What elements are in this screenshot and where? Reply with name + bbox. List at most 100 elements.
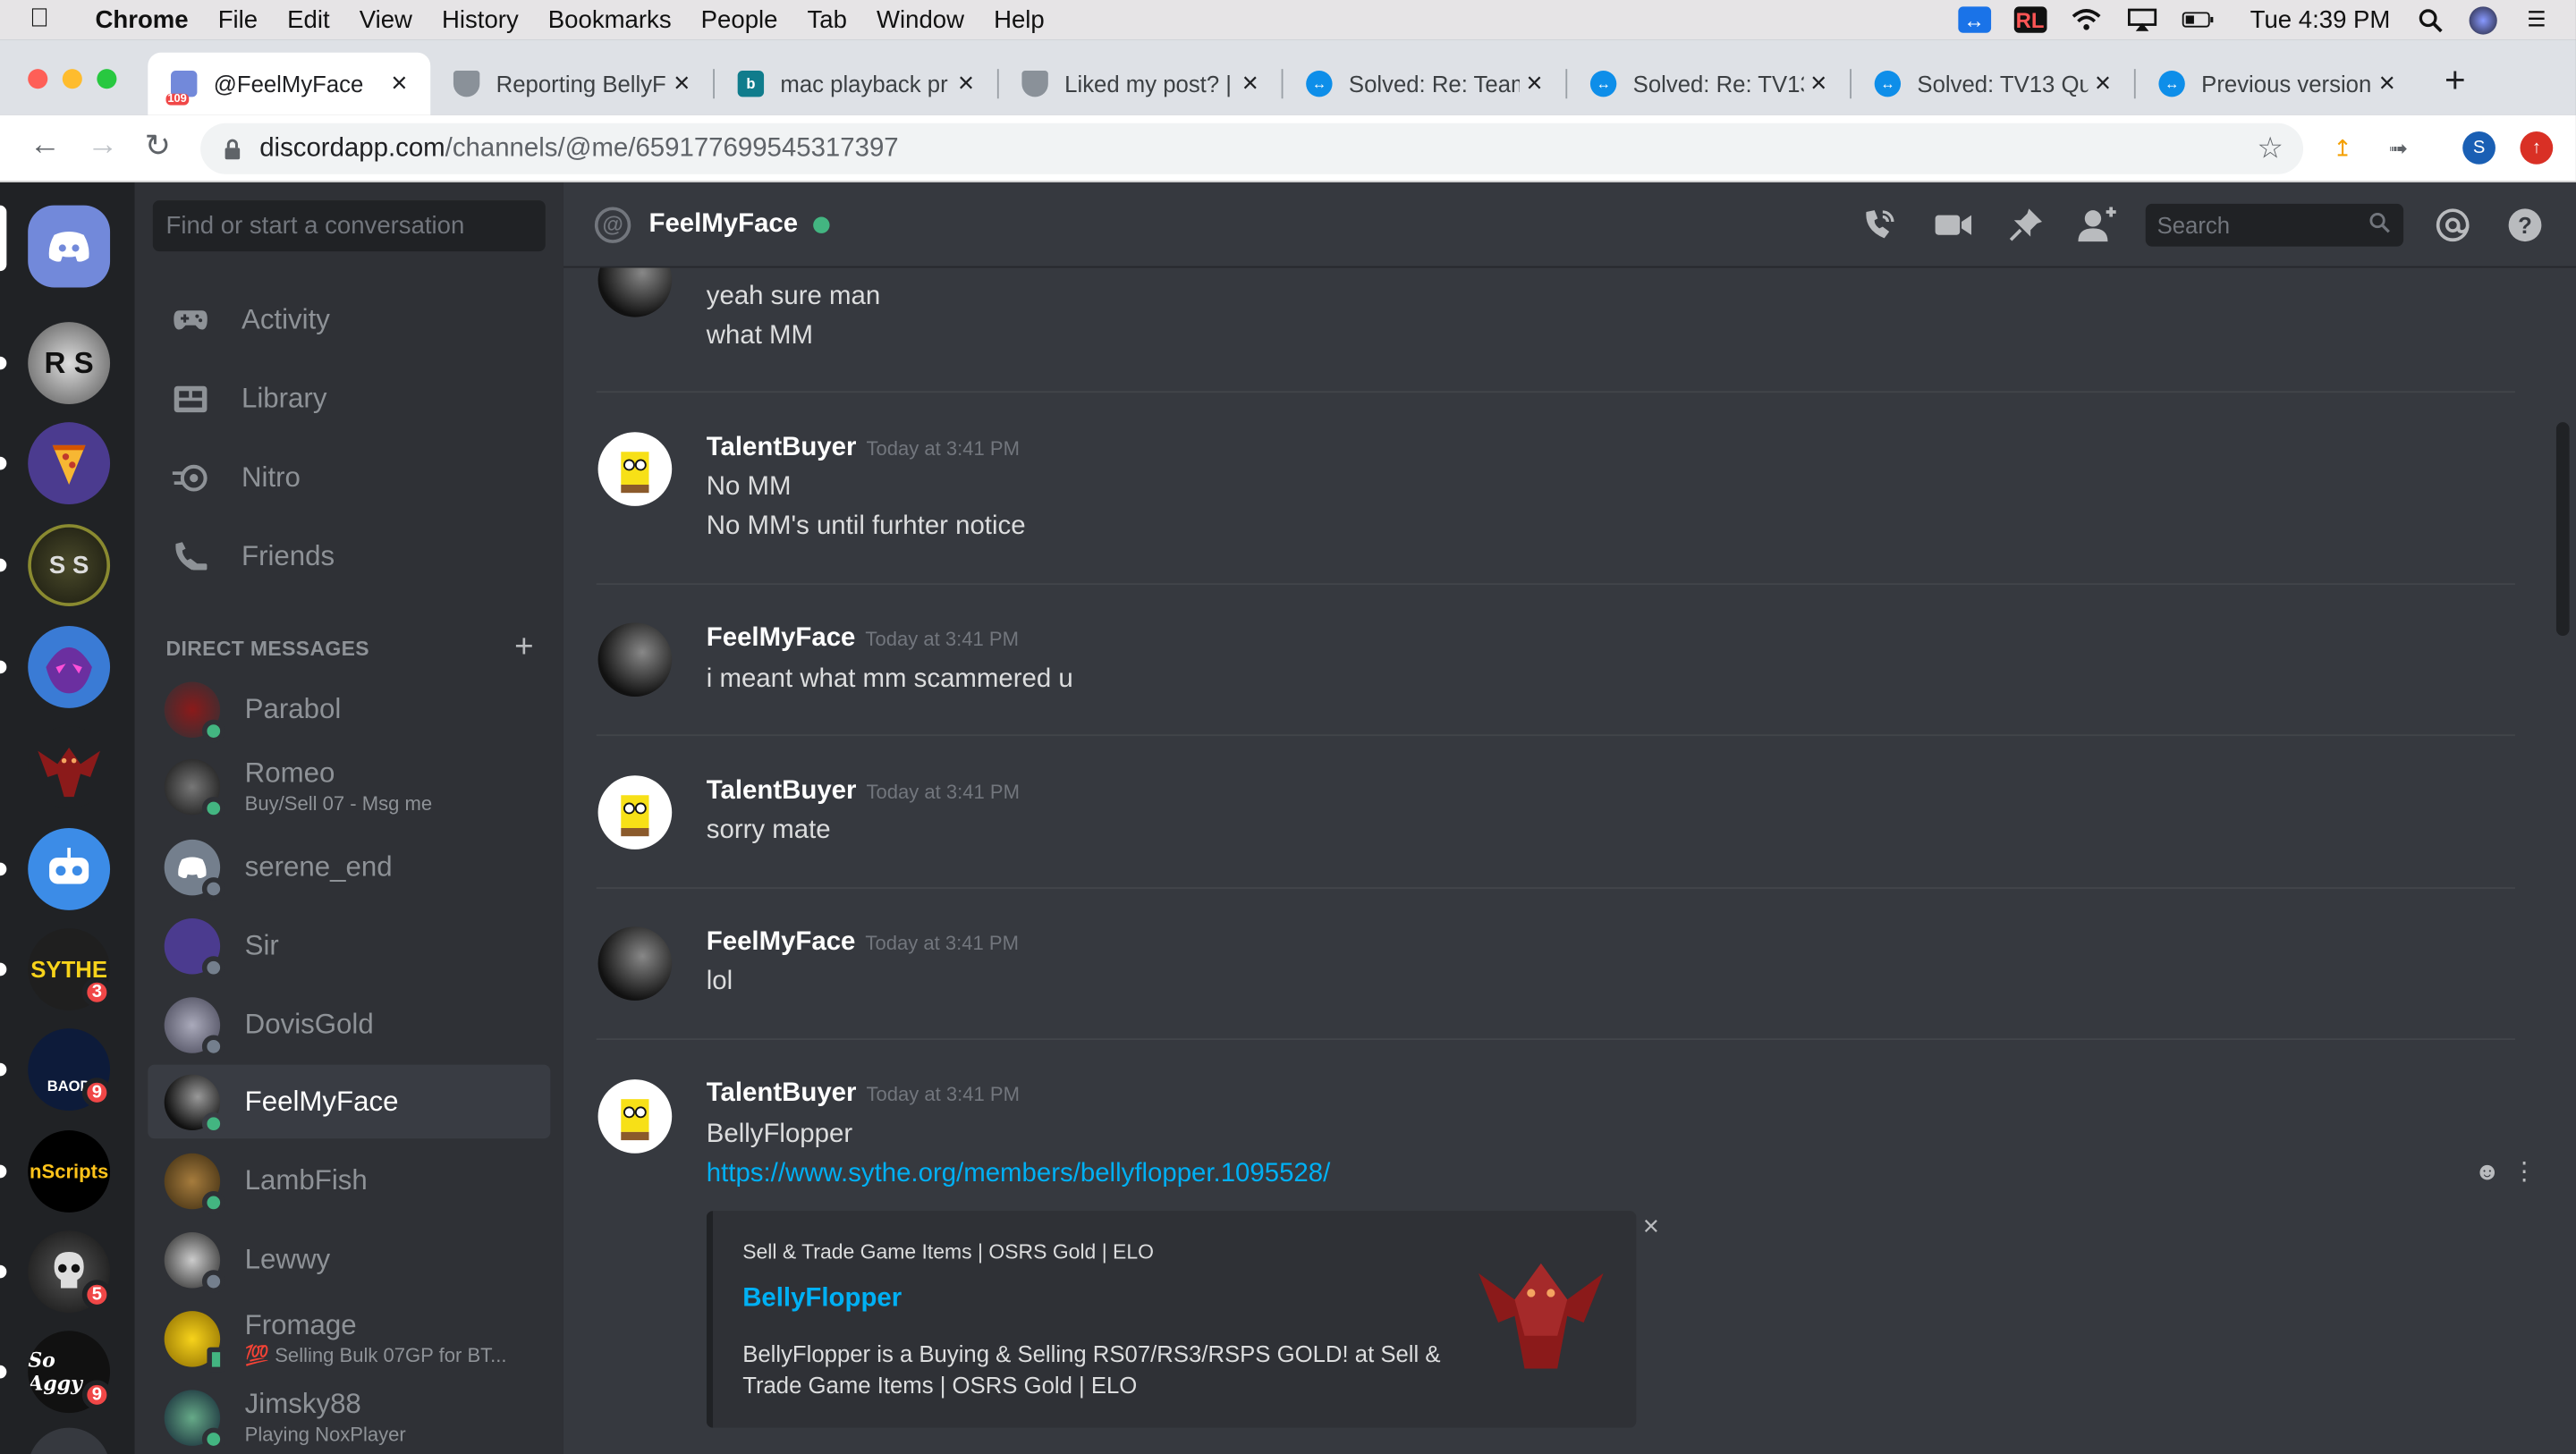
close-tab-icon[interactable]: × — [1235, 67, 1265, 100]
message-author[interactable]: TalentBuyer — [707, 777, 857, 805]
embed-provider[interactable]: Sell & Trade Game Items | OSRS Gold | EL… — [742, 1240, 1154, 1264]
avatar[interactable] — [597, 432, 673, 506]
close-tab-icon[interactable]: × — [385, 67, 414, 100]
server-partial[interactable] — [28, 1427, 111, 1454]
server-pizza[interactable] — [28, 422, 111, 505]
menu-people[interactable]: People — [686, 5, 792, 33]
dragon-thumbnail-icon[interactable] — [1465, 1237, 1616, 1384]
avatar[interactable] — [597, 775, 673, 850]
more-options-icon[interactable]: ⋮ — [2512, 1156, 2537, 1186]
close-tab-icon[interactable]: × — [951, 67, 980, 100]
dm-item-jimsky88[interactable]: Jimsky88 Playing NoxPlayer — [148, 1380, 550, 1454]
add-friend-to-dm-icon[interactable] — [2078, 206, 2117, 245]
tab-liked-my-post[interactable]: Liked my post? | × — [999, 53, 1282, 115]
close-tab-icon[interactable]: × — [2372, 67, 2402, 100]
avatar[interactable] — [597, 1079, 673, 1154]
dm-item-fromage[interactable]: Fromage 💯 Selling Bulk 07GP for BT... — [148, 1301, 550, 1375]
update-icon[interactable]: ↑ — [2520, 131, 2554, 165]
menu-edit[interactable]: Edit — [273, 5, 345, 33]
create-dm-button[interactable]: + — [514, 630, 534, 667]
dm-item-serene-end[interactable]: serene_end — [148, 830, 550, 904]
tab-solved-team[interactable]: ↔ Solved: Re: Team × — [1283, 53, 1565, 115]
menu-app-name[interactable]: Chrome — [79, 5, 203, 33]
dm-item-sir[interactable]: Sir — [148, 909, 550, 983]
menu-history[interactable]: History — [427, 5, 533, 33]
close-tab-icon[interactable]: × — [667, 67, 697, 100]
video-call-icon[interactable] — [1934, 206, 1973, 245]
apple-icon[interactable]:  — [0, 5, 79, 35]
nav-library[interactable]: Library — [148, 365, 550, 434]
dm-item-lewwy[interactable]: Lewwy — [148, 1222, 550, 1297]
menu-bookmarks[interactable]: Bookmarks — [533, 5, 686, 33]
close-window-button[interactable] — [28, 69, 48, 89]
nav-friends[interactable]: Friends — [148, 522, 550, 591]
server-ss[interactable]: S S — [28, 524, 111, 606]
message-author[interactable]: FeelMyFace — [707, 624, 856, 652]
close-tab-icon[interactable]: × — [1804, 67, 1834, 100]
profile-avatar[interactable]: S — [2462, 131, 2496, 165]
close-tab-icon[interactable]: × — [2088, 67, 2117, 100]
pin-icon[interactable] — [2006, 206, 2046, 245]
message-author[interactable]: FeelMyFace — [707, 928, 856, 956]
menu-view[interactable]: View — [344, 5, 427, 33]
tab-solved-tv13-question[interactable]: ↔ Solved: TV13 Qu × — [1852, 53, 2134, 115]
tab-solved-tv13[interactable]: ↔ Solved: Re: TV13 × — [1567, 53, 1850, 115]
close-tab-icon[interactable]: × — [1520, 67, 1549, 100]
server-nscripts[interactable]: nScripts — [28, 1130, 111, 1213]
voice-call-icon[interactable] — [1860, 206, 1899, 245]
back-button[interactable]: ← — [30, 128, 61, 164]
message-author[interactable]: TalentBuyer — [707, 1079, 857, 1107]
add-reaction-icon[interactable]: ☻ — [2474, 1158, 2500, 1186]
user-avatar-icon[interactable] — [2469, 5, 2497, 34]
lock-icon[interactable] — [224, 137, 243, 160]
tab-reporting[interactable]: Reporting BellyF × — [430, 53, 713, 115]
reload-button[interactable]: ↻ — [145, 128, 171, 165]
bookmark-star-icon[interactable]: ☆ — [2257, 131, 2284, 166]
airplay-icon[interactable] — [2125, 6, 2158, 32]
dm-item-dovisgold[interactable]: DovisGold — [148, 987, 550, 1061]
avatar[interactable] — [597, 622, 673, 697]
help-icon[interactable]: ? — [2505, 206, 2545, 245]
menu-tab[interactable]: Tab — [792, 5, 861, 33]
nav-activity[interactable]: Activity — [148, 286, 550, 355]
avatar[interactable] — [597, 926, 673, 1001]
forward-button[interactable]: → — [87, 128, 118, 164]
menu-file[interactable]: File — [203, 5, 272, 33]
server-red-dragon[interactable] — [28, 726, 111, 808]
notification-center-icon[interactable]: ☰ — [2520, 6, 2553, 32]
dm-item-feelmyface[interactable]: FeelMyFace — [148, 1064, 551, 1139]
find-conversation-input[interactable]: Find or start a conversation — [152, 200, 546, 252]
server-purple-creature[interactable] — [28, 626, 111, 708]
nav-nitro[interactable]: Nitro — [148, 444, 550, 512]
dm-item-parabol[interactable]: Parabol — [148, 672, 550, 746]
tab-feelmyface[interactable]: 109 @FeelMyFace × — [148, 52, 431, 115]
address-bar[interactable]: discordapp.com /channels/@me/65917769954… — [200, 123, 2304, 174]
scrollbar[interactable] — [2555, 422, 2570, 637]
server-robot[interactable] — [28, 827, 111, 910]
new-tab-button[interactable]: + — [2445, 59, 2466, 102]
extension-rainbow-icon[interactable]: ↥ — [2326, 131, 2360, 165]
avatar[interactable] — [597, 267, 673, 317]
runelite-status-icon[interactable]: RL — [2013, 6, 2046, 33]
message-link[interactable]: https://www.sythe.org/members/bellyflopp… — [707, 1160, 1331, 1189]
tab-mac-playback[interactable]: b mac playback pr × — [715, 53, 997, 115]
zoom-window-button[interactable] — [97, 69, 117, 89]
home-button[interactable] — [28, 205, 111, 288]
minimize-window-button[interactable] — [62, 69, 82, 89]
menu-help[interactable]: Help — [979, 5, 1060, 33]
extension-arrow-icon[interactable]: ➟ — [2382, 131, 2415, 165]
mentions-icon[interactable] — [2433, 206, 2472, 245]
tab-previous-version[interactable]: ↔ Previous version × — [2136, 53, 2419, 115]
teamviewer-status-icon[interactable]: ↔ — [1957, 6, 1991, 33]
wifi-icon[interactable] — [2070, 6, 2103, 32]
menubar-clock[interactable]: Tue 4:39 PM — [2250, 5, 2391, 33]
server-rs[interactable]: R S — [28, 322, 111, 404]
message-search-input[interactable]: Search — [2145, 203, 2404, 247]
spotlight-search-icon[interactable] — [2413, 6, 2446, 32]
close-embed-icon[interactable]: × — [1643, 1211, 1659, 1244]
message-author[interactable]: TalentBuyer — [707, 434, 857, 461]
dm-item-romeo[interactable]: Romeo Buy/Sell 07 - Msg me — [148, 749, 550, 824]
embed-title[interactable]: BellyFlopper — [742, 1285, 902, 1315]
dm-item-lambfish[interactable]: LambFish — [148, 1144, 550, 1218]
battery-icon[interactable] — [2182, 6, 2215, 32]
